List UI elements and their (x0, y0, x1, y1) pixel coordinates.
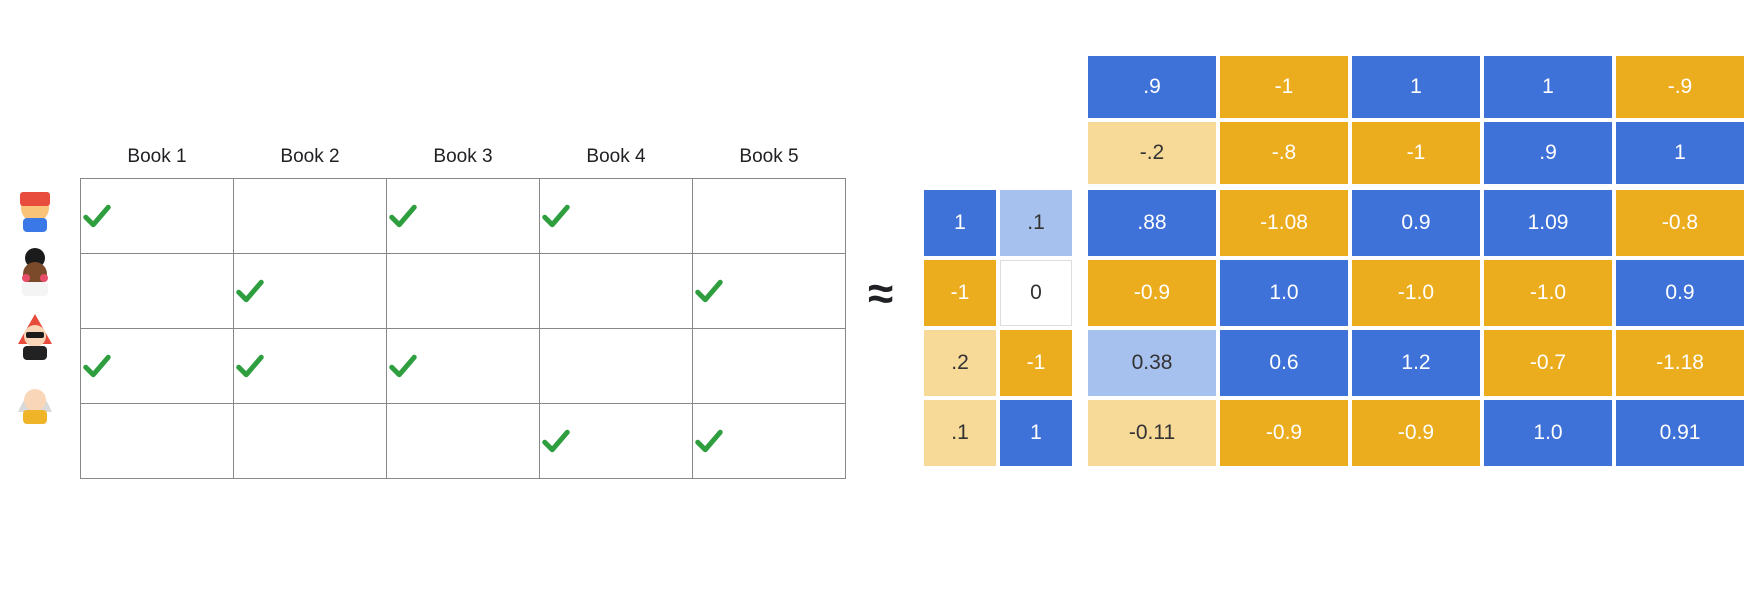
book-cell (387, 404, 540, 479)
matrix-cell: -0.9 (1352, 400, 1480, 466)
check-icon (388, 201, 538, 231)
book-cell (81, 404, 234, 479)
matrix-cell: 1 (1616, 122, 1744, 184)
matrix-cell: 1 (924, 190, 996, 256)
matrix-cell: .9 (1088, 56, 1216, 118)
matrix-cell: 1 (1000, 400, 1072, 466)
table-row (81, 254, 846, 329)
book-cell (693, 404, 846, 479)
matrix-cell: 1.0 (1220, 260, 1348, 326)
book-cell (387, 254, 540, 329)
matrix-cell: -1 (1352, 122, 1480, 184)
matrix-cell: -1.0 (1484, 260, 1612, 326)
avatar-user-3 (8, 308, 62, 362)
matrix-cell: -1.18 (1616, 330, 1744, 396)
books-table: Book 1Book 2Book 3Book 4Book 5 (80, 146, 846, 479)
book-cell (81, 329, 234, 404)
matrix-cell: .2 (924, 330, 996, 396)
matrix-cell: -.9 (1616, 56, 1744, 118)
matrix-cell: 0.38 (1088, 330, 1216, 396)
book-cell (234, 179, 387, 254)
avatar-user-4 (8, 372, 62, 426)
user-avatars (8, 180, 62, 426)
matrix-V: .9-111-.9-.2-.8-1.91 (1088, 56, 1744, 184)
matrix-cell: -.2 (1088, 122, 1216, 184)
matrix-cell: 0.9 (1616, 260, 1744, 326)
book-cell (387, 329, 540, 404)
book-header-4: Book 4 (540, 146, 693, 179)
check-icon (235, 351, 385, 381)
matrix-cell: 1.09 (1484, 190, 1612, 256)
matrix-cell: -0.7 (1484, 330, 1612, 396)
book-cell (234, 404, 387, 479)
book-cell (540, 179, 693, 254)
matrix-cell: 0 (1000, 260, 1072, 326)
matrix-cell: -1 (924, 260, 996, 326)
check-icon (694, 426, 844, 456)
check-icon (235, 276, 385, 306)
matrix-cell: 1.2 (1352, 330, 1480, 396)
book-cell (234, 329, 387, 404)
matrix-cell: -1 (1000, 330, 1072, 396)
book-cell (234, 254, 387, 329)
matrix-cell: -0.9 (1088, 260, 1216, 326)
matrix-cell: 1 (1352, 56, 1480, 118)
book-cell (693, 179, 846, 254)
matrix-cell: .9 (1484, 122, 1612, 184)
approx-symbol: ≈ (868, 266, 893, 320)
check-icon (541, 426, 691, 456)
matrix-cell: -1.08 (1220, 190, 1348, 256)
matrix-cell: .1 (924, 400, 996, 466)
book-cell (693, 254, 846, 329)
book-header-5: Book 5 (693, 146, 846, 179)
book-cell (81, 254, 234, 329)
check-icon (541, 201, 691, 231)
matrix-cell: -1 (1220, 56, 1348, 118)
matrix-cell: 1.0 (1484, 400, 1612, 466)
table-row (81, 179, 846, 254)
avatar-user-1 (8, 180, 62, 234)
book-cell (387, 179, 540, 254)
matrix-cell: -0.9 (1220, 400, 1348, 466)
matrix-cell: 1 (1484, 56, 1612, 118)
table-row (81, 329, 846, 404)
matrix-cell: -0.8 (1616, 190, 1744, 256)
check-icon (388, 351, 538, 381)
book-cell (540, 329, 693, 404)
matrix-cell: -.8 (1220, 122, 1348, 184)
book-header-3: Book 3 (387, 146, 540, 179)
matrix-cell: 0.91 (1616, 400, 1744, 466)
matrix-cell: -1.0 (1352, 260, 1480, 326)
matrix-cell: .88 (1088, 190, 1216, 256)
matrix-cell: .1 (1000, 190, 1072, 256)
matrix-U: 1.1-10.2-1.11 (924, 190, 1072, 466)
book-cell (540, 404, 693, 479)
book-cell (693, 329, 846, 404)
matrix-cell: -0.11 (1088, 400, 1216, 466)
book-header-1: Book 1 (81, 146, 234, 179)
book-cell (540, 254, 693, 329)
check-icon (82, 201, 232, 231)
check-icon (82, 351, 232, 381)
table-row (81, 404, 846, 479)
book-cell (81, 179, 234, 254)
matrix-cell: 0.6 (1220, 330, 1348, 396)
book-header-2: Book 2 (234, 146, 387, 179)
matrix-R: .88-1.080.91.09-0.8-0.91.0-1.0-1.00.90.3… (1088, 190, 1744, 466)
check-icon (694, 276, 844, 306)
matrix-cell: 0.9 (1352, 190, 1480, 256)
avatar-user-2 (8, 244, 62, 298)
